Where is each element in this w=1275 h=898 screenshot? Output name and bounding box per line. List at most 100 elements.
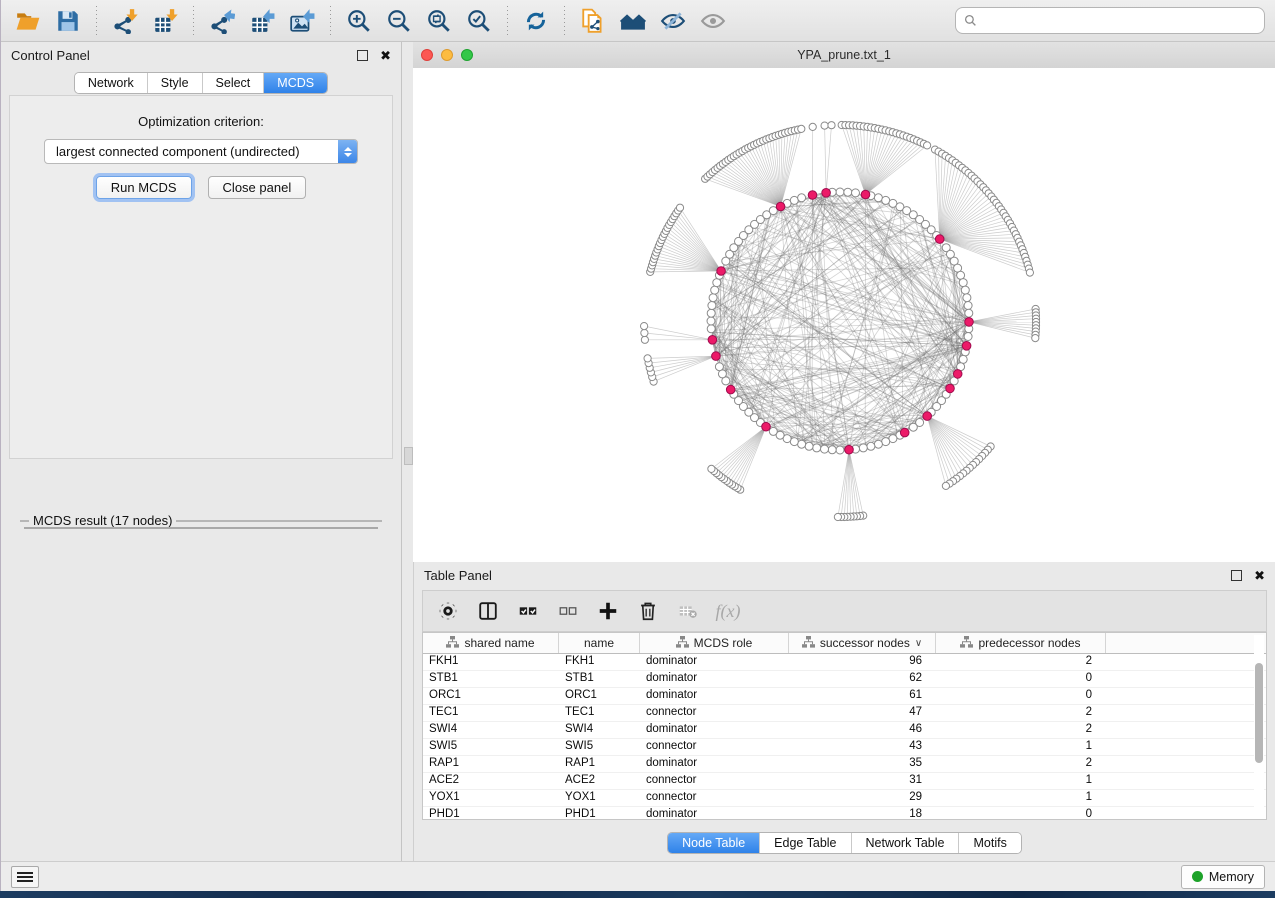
cell-successor-nodes: 96 xyxy=(789,654,936,670)
export-table-icon[interactable] xyxy=(245,5,279,37)
run-mcds-button[interactable]: Run MCDS xyxy=(96,176,192,199)
table-panel-title: Table Panel xyxy=(424,568,492,583)
tab-network-table[interactable]: Network Table xyxy=(851,833,959,853)
cell-shared-name: RAP1 xyxy=(423,756,559,772)
zoom-selected-icon[interactable] xyxy=(462,5,496,37)
table-scrollbar[interactable] xyxy=(1254,635,1264,817)
trash-icon[interactable] xyxy=(633,596,663,626)
table-row[interactable]: RAP1RAP1dominator352 xyxy=(423,756,1266,773)
table-row[interactable]: PHD1PHD1dominator180 xyxy=(423,807,1266,820)
close-table-panel-icon[interactable]: ✖ xyxy=(1254,569,1265,582)
cell-shared-name: FKH1 xyxy=(423,654,559,670)
clone-network-icon[interactable] xyxy=(576,5,610,37)
network-canvas[interactable] xyxy=(413,68,1275,562)
fx-icon[interactable]: f(x) xyxy=(713,596,743,626)
window-zoom-icon[interactable] xyxy=(461,49,473,61)
search-field[interactable] xyxy=(955,7,1265,34)
float-panel-icon[interactable] xyxy=(357,50,368,61)
network-window-titlebar[interactable]: YPA_prune.txt_1 xyxy=(413,42,1275,69)
cell-shared-name: STB1 xyxy=(423,671,559,687)
toolbar-separator xyxy=(564,6,565,36)
zoom-in-icon[interactable] xyxy=(342,5,376,37)
import-table-icon[interactable] xyxy=(148,5,182,37)
table-row[interactable]: FKH1FKH1dominator962 xyxy=(423,654,1266,671)
task-history-icon[interactable] xyxy=(11,866,39,888)
zoom-out-icon[interactable] xyxy=(382,5,416,37)
add-row-icon[interactable] xyxy=(593,596,623,626)
table-scrollbar-thumb[interactable] xyxy=(1255,663,1263,763)
hide-eye-icon[interactable] xyxy=(656,5,690,37)
mcds-result-list[interactable]: PHD1CAR1STP4TID3YOX1SWI4SRD1PMA2FKH1ACE2… xyxy=(24,527,378,529)
export-network-icon[interactable] xyxy=(205,5,239,37)
column-header-shared-name[interactable]: shared name xyxy=(423,633,559,653)
toolbar-separator xyxy=(330,6,331,36)
table-row[interactable]: ORC1ORC1dominator610 xyxy=(423,688,1266,705)
unchecked-boxes-icon[interactable] xyxy=(553,596,583,626)
cell-predecessor-nodes: 2 xyxy=(936,722,1106,738)
cell-predecessor-nodes: 1 xyxy=(936,773,1106,789)
cell-successor-nodes: 43 xyxy=(789,739,936,755)
eye-icon[interactable] xyxy=(696,5,730,37)
node-table: shared namenameMCDS rolesuccessor nodes∨… xyxy=(422,632,1267,820)
zoom-fit-icon[interactable] xyxy=(422,5,456,37)
main-toolbar xyxy=(1,0,1275,42)
network-graph[interactable] xyxy=(413,68,1275,562)
memory-button[interactable]: Memory xyxy=(1181,865,1265,889)
column-header-predecessor-nodes[interactable]: predecessor nodes xyxy=(936,633,1106,653)
save-session-icon[interactable] xyxy=(51,5,85,37)
toolbar-separator xyxy=(193,6,194,36)
toolbar-separator xyxy=(96,6,97,36)
home-icon[interactable] xyxy=(616,5,650,37)
column-header-successor-nodes[interactable]: successor nodes∨ xyxy=(789,633,936,653)
float-table-panel-icon[interactable] xyxy=(1231,570,1242,581)
close-panel-button[interactable]: Close panel xyxy=(208,176,307,199)
cell-MCDS-role: dominator xyxy=(640,671,789,687)
cell-predecessor-nodes: 0 xyxy=(936,671,1106,687)
cell-name: TEC1 xyxy=(559,705,640,721)
mcds-result-item[interactable]: PHD1 xyxy=(25,528,377,529)
cell-MCDS-role: dominator xyxy=(640,688,789,704)
tab-select[interactable]: Select xyxy=(202,73,264,93)
column-header-MCDS-role[interactable]: MCDS role xyxy=(640,633,789,653)
refresh-icon[interactable] xyxy=(519,5,553,37)
search-input[interactable] xyxy=(982,13,1256,29)
column-label: successor nodes xyxy=(820,636,910,650)
close-panel-icon[interactable]: ✖ xyxy=(380,49,391,62)
cell-predecessor-nodes: 0 xyxy=(936,807,1106,820)
cell-MCDS-role: dominator xyxy=(640,722,789,738)
tab-motifs[interactable]: Motifs xyxy=(958,833,1020,853)
cell-shared-name: ACE2 xyxy=(423,773,559,789)
destroy-table-icon[interactable] xyxy=(673,596,703,626)
table-row[interactable]: STB1STB1dominator620 xyxy=(423,671,1266,688)
tab-network[interactable]: Network xyxy=(75,73,147,93)
cell-MCDS-role: dominator xyxy=(640,807,789,820)
table-tabbar: Node TableEdge TableNetwork TableMotifs xyxy=(414,832,1275,854)
checked-boxes-icon[interactable] xyxy=(513,596,543,626)
window-minimize-icon[interactable] xyxy=(441,49,453,61)
tab-edge-table[interactable]: Edge Table xyxy=(759,833,850,853)
split-view-icon[interactable] xyxy=(473,596,503,626)
column-header-name[interactable]: name xyxy=(559,633,640,653)
optimization-criterion-dropdown[interactable]: largest connected component (undirected) xyxy=(44,139,358,164)
table-row[interactable]: SWI5SWI5connector431 xyxy=(423,739,1266,756)
table-row[interactable]: YOX1YOX1connector291 xyxy=(423,790,1266,807)
import-network-icon[interactable] xyxy=(108,5,142,37)
table-row[interactable]: TEC1TEC1connector472 xyxy=(423,705,1266,722)
table-row[interactable]: SWI4SWI4dominator462 xyxy=(423,722,1266,739)
tab-mcds[interactable]: MCDS xyxy=(263,73,327,93)
column-type-icon xyxy=(960,636,973,651)
tab-node-table[interactable]: Node Table xyxy=(668,833,759,853)
status-bar: Memory xyxy=(1,861,1275,891)
cell-name: SWI5 xyxy=(559,739,640,755)
open-folder-icon[interactable] xyxy=(11,5,45,37)
cell-predecessor-nodes: 2 xyxy=(936,654,1106,670)
gear-icon[interactable] xyxy=(433,596,463,626)
cell-name: YOX1 xyxy=(559,790,640,806)
export-image-icon[interactable] xyxy=(285,5,319,37)
window-close-icon[interactable] xyxy=(421,49,433,61)
control-panel-header: Control Panel ✖ xyxy=(1,42,401,68)
table-row[interactable]: ACE2ACE2connector311 xyxy=(423,773,1266,790)
tab-style[interactable]: Style xyxy=(147,73,202,93)
splitter-grip[interactable] xyxy=(404,447,413,465)
optimization-criterion-label: Optimization criterion: xyxy=(10,114,392,129)
